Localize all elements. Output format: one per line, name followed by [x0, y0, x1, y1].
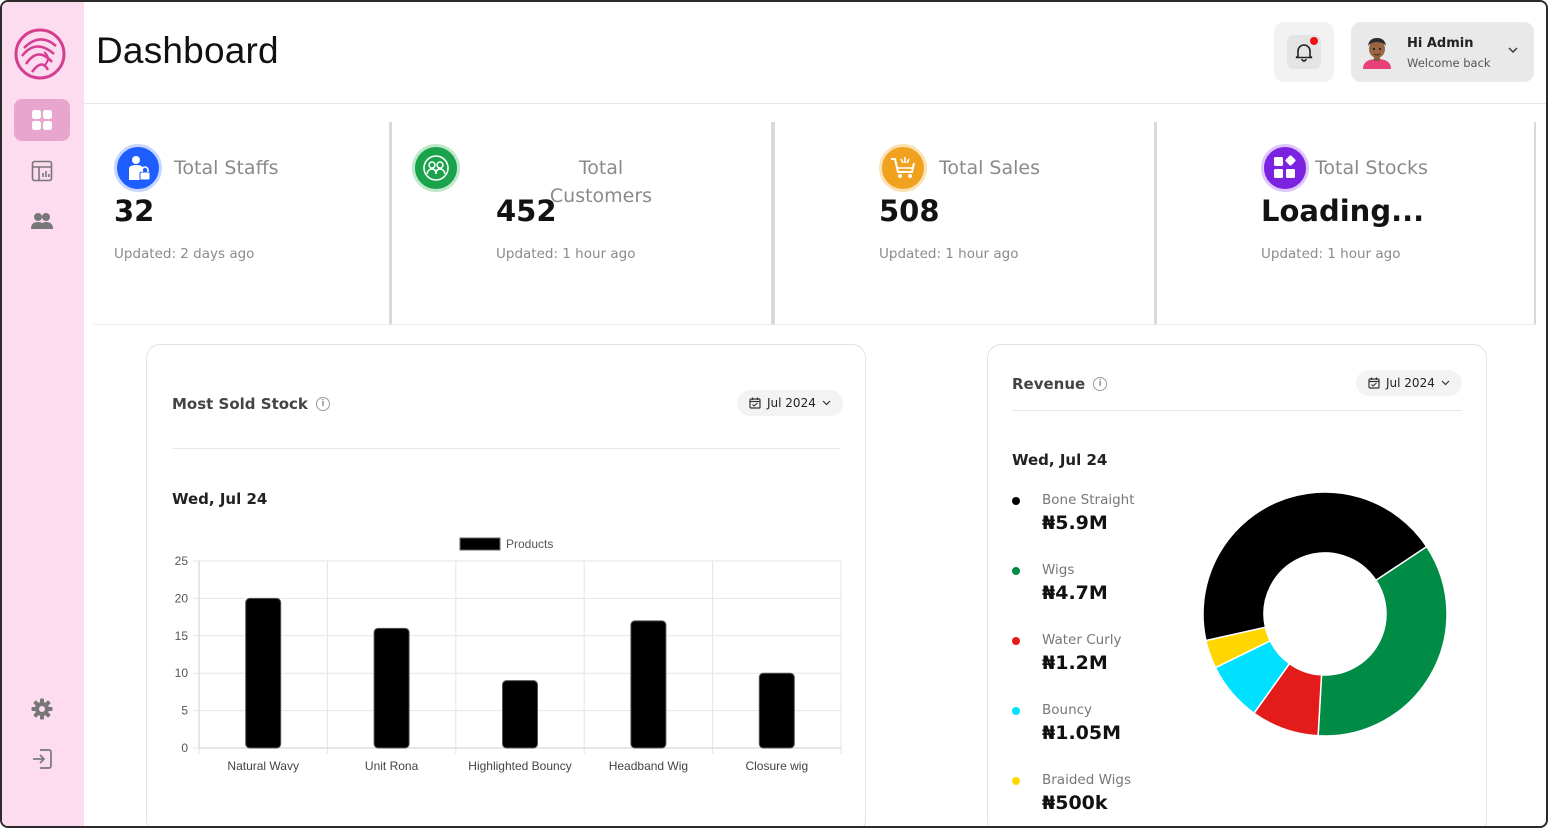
- stat-value: 32: [114, 194, 155, 228]
- customers-icon: [412, 144, 460, 192]
- calendar-icon: [749, 397, 761, 409]
- most-sold-title-text: Most Sold Stock: [172, 395, 308, 413]
- revenue-panel: Revenue i Jul 2024 Wed, Jul 24 Bone Stra…: [987, 344, 1487, 826]
- most-sold-title: Most Sold Stock i: [172, 395, 330, 413]
- x-tick-label: Unit Rona: [365, 759, 419, 773]
- legend-dot: [1012, 707, 1020, 715]
- user-subtitle: Welcome back: [1407, 56, 1491, 70]
- x-tick-label: Highlighted Bouncy: [468, 759, 571, 773]
- y-tick-label: 0: [181, 741, 188, 755]
- legend-name: Wigs: [1042, 562, 1075, 578]
- bar: [245, 597, 282, 749]
- legend-name: Bone Straight: [1042, 492, 1135, 508]
- stat-card-sales: Total Sales 508 Updated: 1 hour ago: [773, 122, 1156, 325]
- top-header: Dashboard Hi Admin Welcome back: [84, 2, 1546, 104]
- stat-card-customers: Total Customers 452 Updated: 1 hour ago: [390, 122, 773, 325]
- y-tick-label: 10: [175, 666, 189, 680]
- bell-icon: [1295, 44, 1313, 62]
- app-window: Dashboard Hi Admin Welcome back Total St…: [0, 0, 1548, 828]
- bar: [630, 620, 667, 749]
- donut-slice: [1317, 545, 1448, 737]
- nav-reports[interactable]: [14, 150, 70, 192]
- legend-value: ₦500k: [1042, 792, 1108, 814]
- bar: [502, 680, 538, 749]
- y-tick-label: 5: [181, 704, 188, 718]
- notifications-button[interactable]: [1274, 22, 1334, 82]
- revenue-donut-chart: [1202, 491, 1448, 737]
- stat-updated: Updated: 1 hour ago: [496, 246, 636, 262]
- legend-name: Braided Wigs: [1042, 772, 1131, 788]
- report-icon: [31, 160, 53, 182]
- revenue-period-label: Jul 2024: [1386, 376, 1435, 390]
- legend-value: ₦1.2M: [1042, 652, 1108, 674]
- most-sold-bar-chart: 0 5 10 15 20 25 Natural Wavy Unit Rona Highlight…: [175, 537, 842, 773]
- bar: [373, 627, 410, 749]
- divider: [1012, 410, 1462, 411]
- brand-logo: [14, 28, 66, 80]
- legend-dot: [1012, 567, 1020, 575]
- most-sold-panel: Most Sold Stock i Jul 2024 Wed, Jul 24 0…: [146, 344, 866, 826]
- x-tick-label: Closure wig: [745, 759, 808, 773]
- stat-updated: Updated: 1 hour ago: [1261, 246, 1401, 262]
- user-menu[interactable]: Hi Admin Welcome back: [1351, 22, 1534, 82]
- bar: [758, 672, 795, 749]
- avatar: [1363, 38, 1391, 69]
- legend-dot: [1012, 637, 1020, 645]
- legend-dot: [1012, 497, 1020, 505]
- gear-icon: [31, 698, 53, 720]
- stocks-icon: [1261, 144, 1309, 192]
- revenue-period-select[interactable]: Jul 2024: [1356, 370, 1462, 396]
- info-icon[interactable]: i: [1093, 377, 1108, 391]
- legend-label: Products: [506, 537, 553, 551]
- most-sold-period-select[interactable]: Jul 2024: [737, 390, 843, 416]
- staff-icon: [114, 144, 162, 192]
- users-icon: [31, 213, 53, 229]
- chevron-down-icon: [1508, 47, 1518, 53]
- grid-icon: [32, 110, 52, 130]
- most-sold-date: Wed, Jul 24: [172, 490, 268, 508]
- chevron-down-icon: [1441, 380, 1450, 386]
- stat-value: 452: [496, 194, 557, 228]
- nav-settings[interactable]: [14, 688, 70, 730]
- chevron-down-icon: [822, 400, 831, 406]
- stat-label: Total Sales: [939, 157, 1040, 179]
- legend-swatch: [459, 537, 501, 551]
- stat-card-staffs: Total Staffs 32 Updated: 2 days ago: [94, 122, 391, 325]
- calendar-icon: [1368, 377, 1380, 389]
- y-tick-label: 20: [175, 591, 189, 605]
- user-greeting: Hi Admin: [1407, 36, 1474, 51]
- y-tick-label: 25: [175, 554, 189, 568]
- info-icon[interactable]: i: [315, 397, 330, 411]
- y-tick-label: 15: [175, 629, 189, 643]
- legend-value: ₦5.9M: [1042, 512, 1108, 534]
- x-tick-label: Headband Wig: [609, 759, 688, 773]
- legend-name: Water Curly: [1042, 632, 1122, 648]
- revenue-date: Wed, Jul 24: [1012, 451, 1108, 469]
- stat-label: Total Stocks: [1315, 157, 1428, 179]
- logout-icon: [33, 749, 52, 769]
- cart-icon: [879, 144, 927, 192]
- stat-updated: Updated: 1 hour ago: [879, 246, 1019, 262]
- sidebar: [2, 2, 84, 826]
- nav-dashboard[interactable]: [14, 99, 70, 141]
- stat-value: Loading...: [1261, 194, 1425, 228]
- legend-value: ₦4.7M: [1042, 582, 1108, 604]
- revenue-title-text: Revenue: [1012, 375, 1086, 393]
- stats-row: Total Staffs 32 Updated: 2 days ago Tota…: [94, 122, 1536, 325]
- divider: [172, 448, 840, 449]
- nav-users[interactable]: [14, 200, 70, 242]
- stat-value: 508: [879, 194, 940, 228]
- stat-label: Total Staffs: [174, 157, 279, 179]
- revenue-title: Revenue i: [1012, 375, 1108, 393]
- stat-updated: Updated: 2 days ago: [114, 246, 255, 262]
- notification-badge: [1310, 37, 1318, 45]
- legend-value: ₦1.05M: [1042, 722, 1122, 744]
- page-title: Dashboard: [96, 30, 279, 71]
- legend-name: Bouncy: [1042, 702, 1093, 718]
- stat-card-stocks: Total Stocks Loading... Updated: 1 hour …: [1155, 122, 1536, 325]
- x-tick-label: Natural Wavy: [227, 759, 299, 773]
- most-sold-period-label: Jul 2024: [767, 396, 816, 410]
- nav-logout[interactable]: [14, 738, 70, 780]
- legend-dot: [1012, 777, 1020, 785]
